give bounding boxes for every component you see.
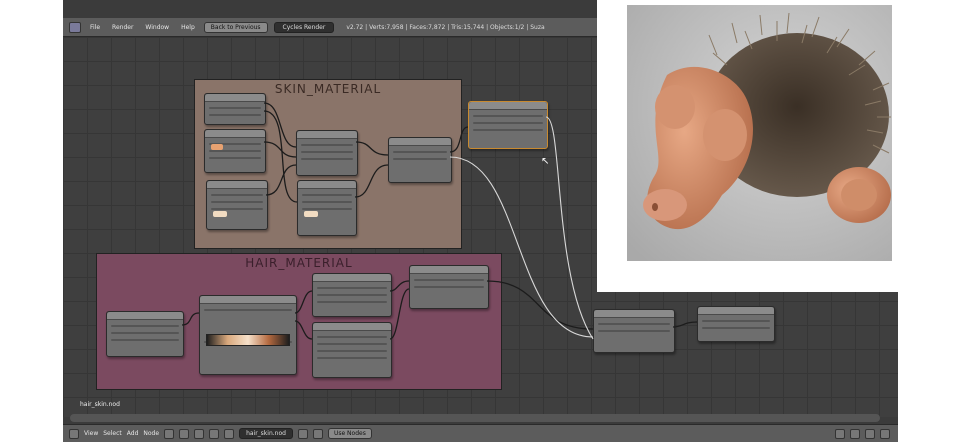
mouse-cursor: ↖ (541, 156, 550, 167)
world-icon[interactable] (224, 428, 235, 439)
backdrop-icon[interactable] (835, 428, 845, 439)
render-preview-panel (597, 0, 898, 292)
fake-user-icon[interactable] (297, 428, 308, 439)
menu-view[interactable]: View (84, 430, 98, 437)
node-editor-icon[interactable] (69, 21, 81, 33)
menu-window[interactable]: Window (142, 24, 172, 31)
material-select[interactable]: hair_skin.nod (239, 428, 293, 439)
copy-icon[interactable] (865, 428, 875, 439)
menu-select[interactable]: Select (103, 430, 122, 437)
menu-file[interactable]: File (87, 24, 103, 31)
shader-nodes-icon[interactable] (164, 428, 175, 439)
compositing-nodes-icon[interactable] (194, 428, 205, 439)
menu-add[interactable]: Add (127, 430, 139, 437)
texture-nodes-icon[interactable] (179, 428, 190, 439)
material-label: hair_skin.nod (80, 401, 120, 408)
render-engine-select[interactable]: Cycles Render (273, 21, 335, 33)
menu-help[interactable]: Help (178, 24, 198, 31)
menu-render[interactable]: Render (109, 24, 136, 31)
paste-icon[interactable] (880, 428, 890, 439)
render-image (627, 5, 892, 261)
node-editor-header: View Select Add Node hair_skin.nod Use N… (63, 424, 898, 442)
back-to-previous-button[interactable]: Back to Previous (203, 21, 268, 33)
editor-type-icon[interactable] (69, 428, 79, 439)
object-icon[interactable] (209, 428, 220, 439)
scene-stats: v2.72 | Verts:7,958 | Faces:7,872 | Tris… (346, 23, 545, 31)
monkey-render (627, 5, 892, 261)
use-nodes-button[interactable]: Use Nodes (327, 428, 372, 439)
add-material-icon[interactable] (312, 428, 323, 439)
horizontal-scrollbar[interactable] (70, 414, 880, 422)
snap-icon[interactable] (850, 428, 860, 439)
menu-node[interactable]: Node (143, 430, 159, 437)
